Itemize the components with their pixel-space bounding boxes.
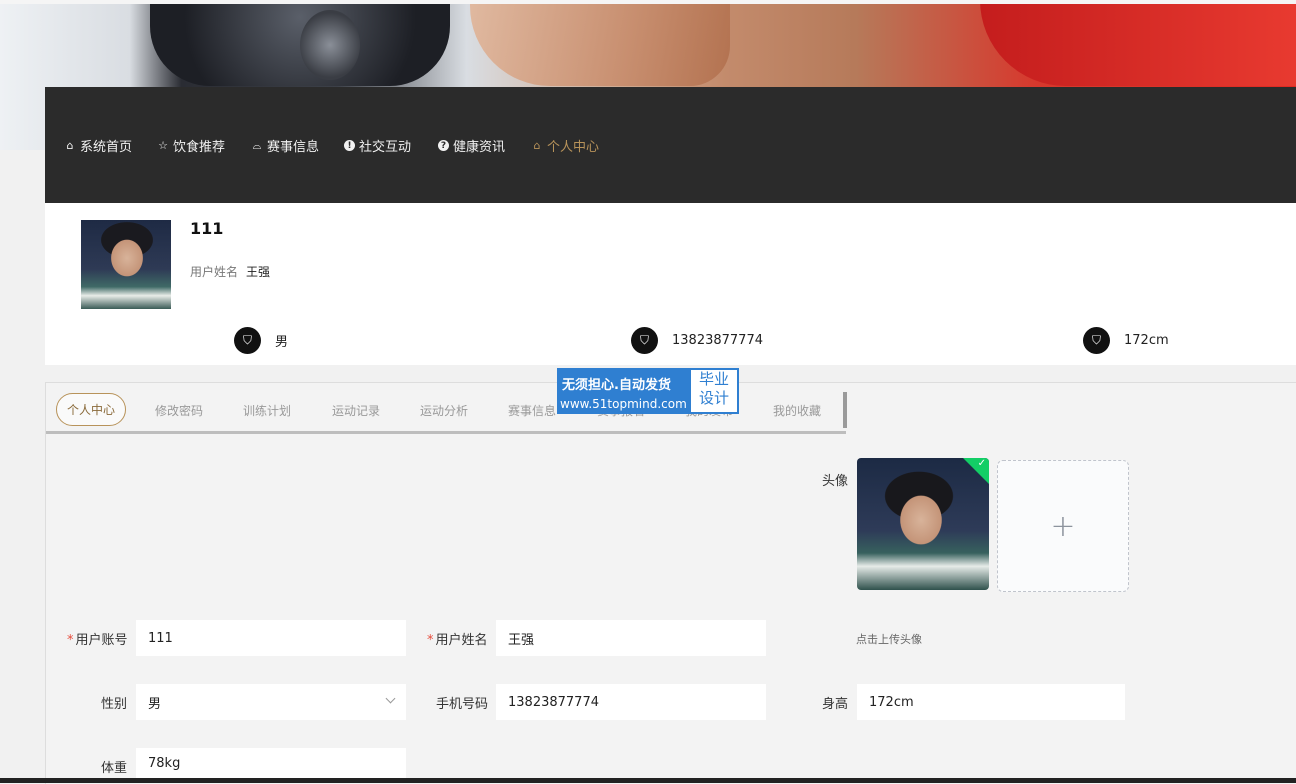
top-line [0, 0, 1296, 4]
profile-realname: 王强 [246, 265, 271, 279]
avatar [81, 220, 171, 309]
account-label: * 用户账号 [67, 633, 128, 648]
info-icon: ! [344, 140, 355, 151]
taskbar-edge [0, 778, 1296, 783]
avatar-label: 头像 [822, 474, 849, 489]
nav-item-events[interactable]: ⌓ 赛事信息 [251, 136, 319, 155]
watermark-badge: 无须担心.自动发货 www.51topmind.com 毕业 设计 [557, 368, 739, 414]
phone-input[interactable]: 13823877774 [496, 684, 766, 720]
home-icon: ⌂ [533, 138, 541, 152]
profile-card: 111 用户姓名 王强 ⛉ 男 ⛉ 13823877774 ⛉ 172cm [45, 203, 1296, 365]
profile-realname-label: 用户姓名 [190, 265, 239, 279]
tab-change-password[interactable]: 修改密码 [155, 402, 203, 419]
banner-dumbbell [300, 10, 360, 80]
tab-my-favorites[interactable]: 我的收藏 [773, 402, 821, 419]
avatar-upload-button[interactable]: + [997, 460, 1129, 592]
tab-personal-center[interactable]: 个人中心 [56, 393, 127, 426]
gender-select[interactable]: 男 [136, 684, 406, 720]
height-input[interactable]: 172cm [857, 684, 1125, 720]
weight-label: 体重 [101, 761, 128, 776]
profile-username: 111 [190, 219, 224, 238]
banner-shirt [980, 0, 1296, 86]
profile-stat-phone: ⛉ 13823877774 [631, 327, 763, 354]
tab-training-plan[interactable]: 训练计划 [243, 402, 291, 419]
nav-item-health[interactable]: ? 健康资讯 [438, 136, 505, 155]
height-label: 身高 [822, 697, 849, 712]
nav-item-home[interactable]: ⌂ 系统首页 [64, 136, 133, 155]
profile-stat-height: ⛉ 172cm [1083, 327, 1169, 354]
name-label: * 用户姓名 [427, 633, 488, 648]
tab-event-info[interactable]: 赛事信息 [508, 402, 556, 419]
name-input[interactable]: 王强 [496, 620, 766, 656]
chevron-down-icon [385, 693, 396, 704]
question-icon: ? [438, 140, 449, 151]
required-marker: * [427, 633, 434, 648]
plus-icon: + [1050, 508, 1076, 544]
nav-item-personal[interactable]: ⌂ 个人中心 [531, 136, 600, 155]
tab-exercise-analysis[interactable]: 运动分析 [420, 402, 468, 419]
gender-label: 性别 [101, 697, 128, 712]
upload-hint: 点击上传头像 [856, 633, 922, 646]
profile-stat-gender: ⛉ 男 [234, 327, 288, 354]
check-icon: ✓ [977, 458, 986, 469]
required-marker: * [67, 633, 74, 648]
nav-item-diet[interactable]: ☆ 饮食推荐 [157, 136, 225, 155]
shield-icon: ⛉ [631, 327, 658, 354]
shield-icon: ⛉ [1083, 327, 1110, 354]
tab-scrollbar[interactable] [843, 392, 847, 428]
avatar-preview[interactable]: ✓ [857, 458, 989, 590]
watermark-logo: 毕业 设计 [691, 370, 737, 412]
tab-exercise-records[interactable]: 运动记录 [332, 402, 380, 419]
account-input[interactable]: 111 [136, 620, 406, 656]
nav-item-social[interactable]: ! 社交互动 [344, 136, 411, 155]
bag-icon: ⌓ [252, 138, 262, 152]
banner-arm [470, 0, 730, 86]
weight-input[interactable]: 78kg [136, 748, 406, 778]
star-icon: ☆ [158, 138, 168, 152]
home-icon: ⌂ [66, 138, 74, 152]
shield-icon: ⛉ [234, 327, 261, 354]
phone-label: 手机号码 [436, 697, 489, 712]
main-nav: ⌂ 系统首页 ☆ 饮食推荐 ⌓ 赛事信息 ! 社交互动 ? 健康资讯 ⌂ 个人中… [45, 87, 1296, 203]
